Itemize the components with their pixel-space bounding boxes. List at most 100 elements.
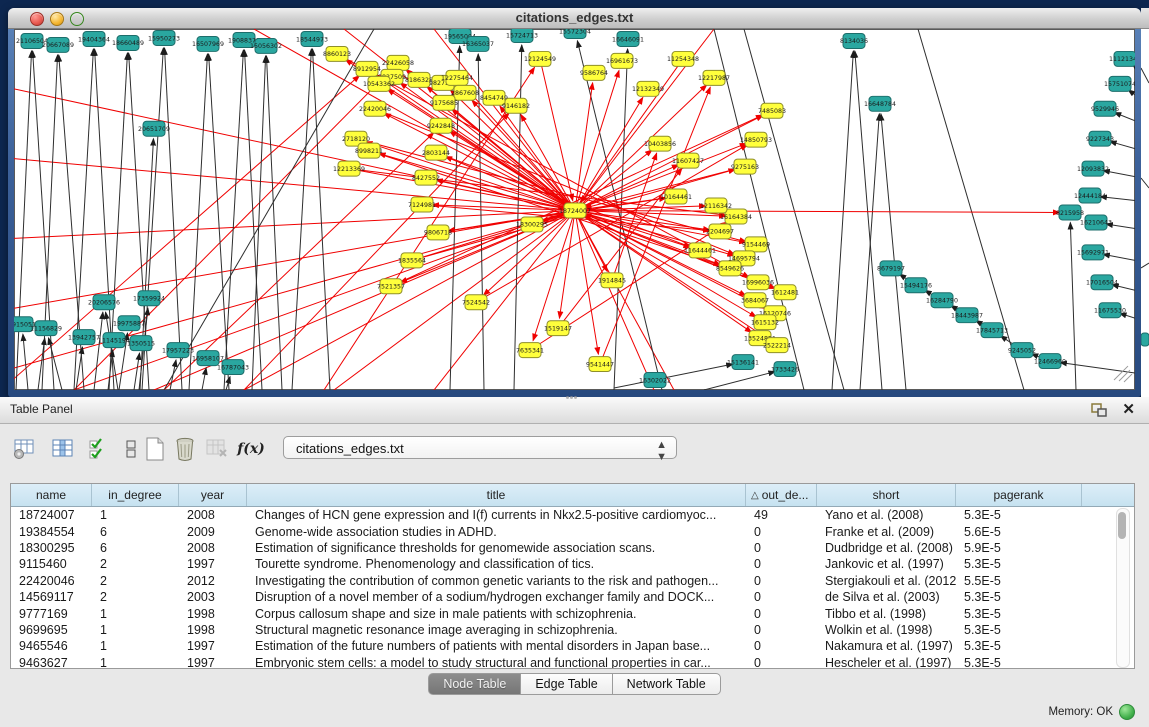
graph-node-label: 10543362 [363,81,395,88]
network-canvas[interactable]: 1872400788601238912954224260589827509818… [14,29,1135,390]
window-titlebar[interactable]: citations_edges.txt [8,8,1141,29]
table-row[interactable]: 1456911722003Disruption of a novel membe… [11,589,1134,605]
graph-edge[interactable] [76,347,83,390]
graph-edge[interactable] [1114,112,1135,120]
table-row[interactable]: 946554611997Estimation of the future num… [11,638,1134,654]
graph-edge[interactable] [1060,362,1135,373]
graph-node-label: 20206576 [88,300,120,307]
tab-edge-table[interactable]: Edge Table [521,673,612,695]
table-row[interactable]: 1938455462009Genome-wide association stu… [11,523,1134,539]
graph-edge[interactable] [23,334,28,390]
graph-edge[interactable] [266,56,282,390]
cell-pagerank: 5.3E-5 [956,623,1082,637]
column-header-name[interactable]: name [11,484,92,506]
splitter-handle[interactable] [566,396,580,400]
table-tabs: Node TableEdge TableNetwork Table [0,673,1149,695]
graph-edge[interactable] [38,338,45,390]
graph-edge[interactable] [313,49,330,390]
graph-edge[interactable] [400,210,575,282]
cell-in_degree: 1 [92,639,179,653]
window-frame: 1872400788601238912954224260589827509818… [14,29,1135,390]
graph-edge[interactable] [165,48,182,390]
table-scrollbar[interactable] [1116,508,1130,668]
graph-node-label: 1615132 [751,319,779,326]
table-row[interactable]: 1830029562008Estimation of significance … [11,540,1134,556]
table-row[interactable]: 911546021997Tourette syndrome. Phenomeno… [11,556,1134,572]
column-header-pagerank[interactable]: pagerank [956,484,1082,506]
row-height-button[interactable] [118,435,144,463]
select-rows-button[interactable] [86,435,112,463]
function-builder-button[interactable]: f(x) [238,435,264,463]
cell-in_degree: 2 [92,574,179,588]
table-row[interactable]: 1872400712008Changes of HCN gene express… [11,507,1134,523]
table-row[interactable]: 2242004622012Investigating the contribut… [11,573,1134,589]
graph-edge[interactable] [521,114,575,210]
graph-node-label: 15692971 [1077,250,1109,257]
column-header-short[interactable]: short [817,484,956,506]
graph-edge[interactable] [164,29,374,390]
table-row[interactable]: 977716911998Corpus callosum shape and si… [11,605,1134,621]
graph-node-label: 15724713 [506,32,538,39]
graph-node-label: 9146182 [502,103,530,110]
graph-node-label: 13942757 [68,334,100,341]
graph-edge[interactable] [33,51,54,390]
graph-edge[interactable] [881,114,906,390]
graph-node-label: 8215958 [1056,210,1084,217]
graph-node-label: 7485083 [758,108,786,115]
column-header-year[interactable]: year [179,484,247,506]
cell-name: 9777169 [11,607,92,621]
background-window-sliver [1141,8,1149,397]
graph-edge[interactable] [614,364,733,388]
memory-status-indicator[interactable] [1119,704,1135,720]
graph-edge[interactable] [918,29,1024,390]
table-scrollbar-thumb[interactable] [1118,512,1126,539]
graph-node-label: 12275464 [441,75,473,82]
column-header-out_degree[interactable]: △out_de... [746,484,817,506]
graph-node-label: 16164384 [720,214,752,221]
graph-node-label: 9242848 [427,123,455,130]
table-row[interactable]: 969969511998Structural magnetic resonanc… [11,622,1134,638]
close-icon[interactable]: ✕ [1122,400,1135,418]
graph-node-label: 11254348 [667,56,699,63]
graph-edge[interactable] [48,338,62,390]
column-header-title[interactable]: title [247,484,746,506]
graph-node-label: 8134036 [840,38,868,45]
canvas-resize-grip[interactable] [1114,366,1132,382]
cell-title: Corpus callosum shape and size in male p… [247,607,746,621]
cell-name: 14569117 [11,590,92,604]
delete-rows-button[interactable] [172,435,198,463]
graph-edge[interactable] [134,353,140,390]
tab-network-table[interactable]: Network Table [613,673,721,695]
graph-node-label: 15572304 [559,29,591,35]
graph-node-label: 16646091 [612,36,644,43]
cell-year: 2003 [179,590,247,604]
graph-node-label: 20667089 [42,42,74,49]
float-window-icon[interactable] [1091,403,1107,417]
show-columns-button[interactable] [50,435,76,463]
graph-edge[interactable] [704,372,775,390]
column-header-in_degree[interactable]: in_degree [92,484,179,506]
table-select-dropdown[interactable]: citations_edges.txt ▲▼ [283,436,677,459]
table-options-button[interactable] [12,435,38,463]
tab-node-table[interactable]: Node Table [428,673,521,695]
graph-node-label: 11644461 [684,248,716,255]
graph-edge[interactable] [252,56,266,390]
graph-edge[interactable] [209,54,229,390]
graph-edge[interactable] [832,51,853,390]
cell-out_degree: 0 [746,541,817,555]
graph-edge[interactable] [292,49,311,390]
graph-node-label: 9541447 [586,361,614,368]
cell-short: Franke et al. (2009) [817,525,956,539]
cell-year: 2008 [179,541,247,555]
graph-node-label: 16996036 [742,280,774,287]
delete-table-button[interactable] [204,435,230,463]
cell-out_degree: 0 [746,656,817,669]
graph-edge[interactable] [202,368,206,390]
create-table-button[interactable] [142,435,168,463]
graph-edge[interactable] [224,50,243,390]
graph-edge[interactable] [94,312,103,390]
graph-edge[interactable] [189,54,207,390]
table-row[interactable]: 946362711997Embryonic stem cells: a mode… [11,655,1134,669]
graph-node-label: 16210643 [1080,220,1112,227]
graph-node-label: 8549626 [716,266,744,273]
